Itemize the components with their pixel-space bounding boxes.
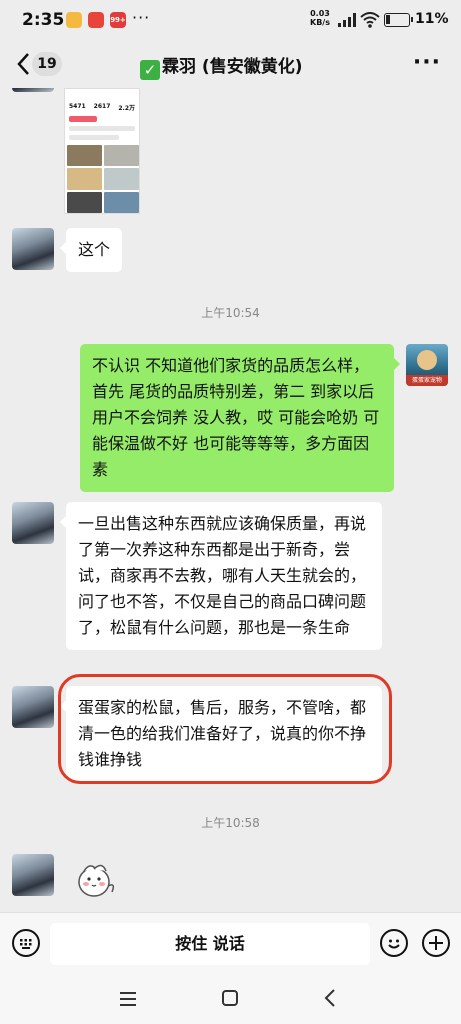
battery-percent: 11%: [415, 11, 449, 27]
check-mark-icon: ✓: [140, 60, 160, 80]
input-bar: 按住 说话: [0, 912, 461, 974]
menu-icon[interactable]: [118, 990, 138, 1008]
battery-icon: [384, 13, 413, 27]
network-speed: 0.03 KB/s: [310, 9, 330, 27]
message-bubble[interactable]: 这个: [59, 228, 123, 272]
highlight-annotation: [58, 674, 392, 784]
shared-image-message[interactable]: 5471 2617 2.2万: [64, 88, 140, 214]
message-bubble[interactable]: 不认识 不知道他们家货的品质怎么样，首先 尾货的品质特别差，第二 到家以后用户不…: [80, 344, 400, 492]
network-speed-unit: KB/s: [310, 18, 330, 27]
back-arrow-icon[interactable]: [14, 50, 34, 78]
avatar[interactable]: [12, 502, 54, 544]
unread-count-badge[interactable]: 19: [32, 52, 62, 76]
hold-to-talk-button[interactable]: 按住 说话: [50, 923, 370, 965]
status-bar: 2:35 99+ ··· 0.03 KB/s 11%: [0, 0, 461, 40]
system-nav-bar: [0, 974, 461, 1024]
timestamp: 上午10:54: [201, 306, 260, 320]
more-icon[interactable]: ···: [413, 50, 441, 75]
home-icon[interactable]: [220, 988, 240, 1008]
chat-header: 19 ✓ 霖羽 (售安徽黄化) ···: [0, 40, 461, 88]
back-icon[interactable]: [322, 988, 338, 1008]
image-stat: 5471: [68, 103, 86, 110]
status-time: 2:35: [22, 10, 65, 30]
message-bubble[interactable]: 一旦出售这种东西就应该确保质量，再说了第一次养这种东西都是出于新奇，尝试，商家再…: [60, 502, 382, 650]
avatar[interactable]: [12, 88, 54, 92]
message-list[interactable]: 5471 2617 2.2万 这个 上午10:54 蛋蛋家宠物 不认识 不知道他…: [0, 88, 461, 912]
avatar-caption: 蛋蛋家宠物: [406, 375, 448, 386]
avatar[interactable]: 蛋蛋家宠物: [406, 344, 448, 386]
avatar[interactable]: [12, 854, 54, 896]
more-notifications-icon: ···: [132, 8, 151, 27]
cartoon-sticker-icon[interactable]: [70, 856, 118, 904]
timestamp: 上午10:58: [201, 816, 260, 830]
notification-badge: 99+: [110, 12, 126, 28]
network-speed-value: 0.03: [310, 9, 330, 18]
notification-app-icon: [88, 12, 104, 28]
avatar[interactable]: [12, 686, 54, 728]
emoji-icon[interactable]: [380, 929, 408, 957]
notification-app-icon: [66, 12, 82, 28]
image-stat: 2617: [93, 103, 111, 110]
avatar-face: [417, 350, 437, 370]
chat-title-text: 霖羽 (售安徽黄化): [162, 57, 303, 77]
wifi-icon: [360, 12, 380, 28]
image-stat: 2.2万: [118, 105, 135, 112]
plus-icon[interactable]: [422, 929, 450, 957]
keyboard-icon[interactable]: [12, 929, 40, 957]
signal-icon: [338, 13, 356, 27]
avatar[interactable]: [12, 228, 54, 270]
chat-title: ✓ 霖羽 (售安徽黄化): [140, 52, 302, 80]
